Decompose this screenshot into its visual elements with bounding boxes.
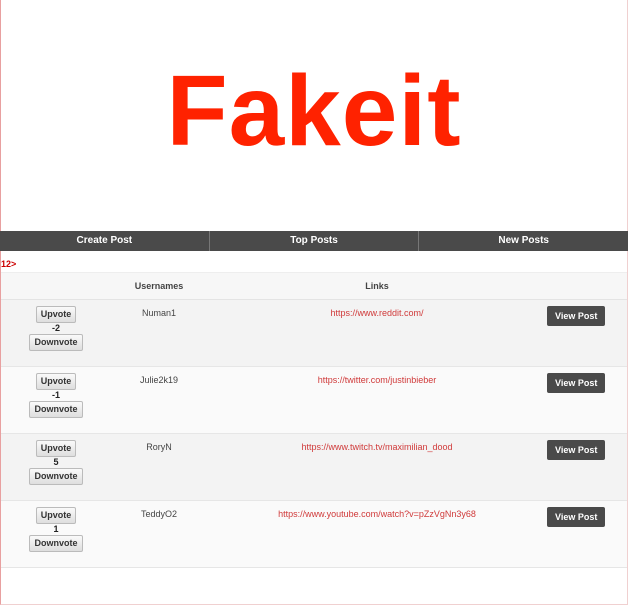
usernames-header: Usernames (111, 272, 207, 300)
vote-header (1, 272, 111, 300)
vote-cell: Upvote 1 Downvote (1, 500, 111, 568)
vote-score: 1 (53, 524, 59, 534)
downvote-button[interactable]: Downvote (29, 334, 83, 351)
post-link[interactable]: https://www.youtube.com/watch?v=pZzVgNn3… (207, 500, 547, 568)
table-row: Upvote 5 Downvote RoryN https://www.twit… (1, 433, 627, 501)
links-header: Links (207, 272, 547, 300)
downvote-button[interactable]: Downvote (29, 468, 83, 485)
view-cell: View Post (547, 433, 627, 501)
vote-score: -2 (51, 323, 60, 333)
vote-score: -1 (51, 390, 60, 400)
post-link[interactable]: https://twitter.com/justinbieber (207, 366, 547, 434)
view-post-button[interactable]: View Post (547, 440, 606, 460)
post-link[interactable]: https://www.twitch.tv/maximilian_dood (207, 433, 547, 501)
view-post-button[interactable]: View Post (547, 306, 606, 326)
table-row: Upvote -2 Downvote Numan1 https://www.re… (1, 299, 627, 367)
nav-create-post[interactable]: Create Post (0, 231, 210, 251)
vote-cell: Upvote -1 Downvote (1, 366, 111, 434)
nav-top-posts[interactable]: Top Posts (210, 231, 420, 251)
upvote-button[interactable]: Upvote (35, 306, 77, 323)
view-cell: View Post (547, 366, 627, 434)
actions-header (547, 272, 627, 300)
upvote-button[interactable]: Upvote (35, 507, 77, 524)
vote-cell: Upvote -2 Downvote (1, 299, 111, 367)
table-row: Upvote -1 Downvote Julie2k19 https://twi… (1, 366, 627, 434)
view-post-button[interactable]: View Post (547, 373, 606, 393)
view-cell: View Post (547, 299, 627, 367)
vote-score: 5 (53, 457, 59, 467)
view-post-button[interactable]: View Post (547, 507, 606, 527)
vote-cell: Upvote 5 Downvote (1, 433, 111, 501)
upvote-button[interactable]: Upvote (35, 440, 77, 457)
table-row: Upvote 1 Downvote TeddyO2 https://www.yo… (1, 500, 627, 568)
username: TeddyO2 (111, 500, 207, 568)
view-cell: View Post (547, 500, 627, 568)
nav-new-posts[interactable]: New Posts (419, 231, 628, 251)
nav-bar: Create Post Top Posts New Posts (0, 231, 628, 251)
username: Numan1 (111, 299, 207, 367)
posts-table: Usernames Links Upvote -2 Downvote Numan… (1, 272, 627, 568)
upvote-button[interactable]: Upvote (35, 373, 77, 390)
post-link[interactable]: https://www.reddit.com/ (207, 299, 547, 367)
username: Julie2k19 (111, 366, 207, 434)
downvote-button[interactable]: Downvote (29, 535, 83, 552)
downvote-button[interactable]: Downvote (29, 401, 83, 418)
page-indicator: 12> (1, 259, 17, 269)
site-logo-title: Fakeit (166, 55, 462, 167)
username: RoryN (111, 433, 207, 501)
